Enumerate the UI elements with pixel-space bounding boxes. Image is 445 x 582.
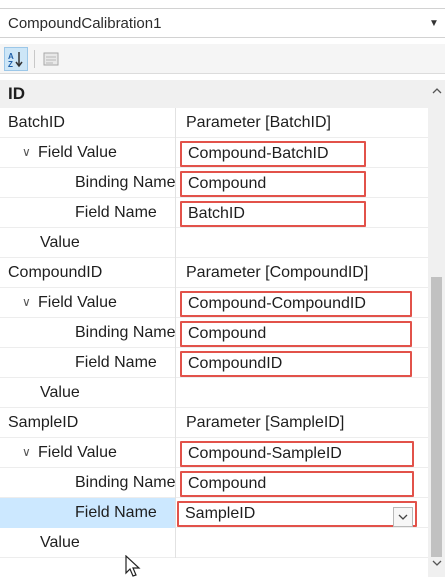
scroll-up-icon[interactable] (428, 82, 445, 99)
property-row-field-value[interactable]: ∨ Field Value Compound-SampleID (0, 438, 428, 468)
property-name-cell: ∨ Field Value (0, 288, 176, 318)
property-value-highlighted[interactable]: Compound (180, 471, 414, 497)
object-name: CompoundCalibration1 (8, 14, 162, 32)
svg-text:Z: Z (8, 60, 13, 68)
property-name: BatchID (0, 108, 176, 138)
property-row-compoundid[interactable]: CompoundID Parameter [CompoundID] (0, 258, 428, 288)
property-value (180, 228, 428, 258)
property-value-dropdown[interactable]: SampleID (177, 501, 417, 527)
property-row-field-name-selected[interactable]: Field Name SampleID (0, 498, 428, 528)
property-row-sampleid[interactable]: SampleID Parameter [SampleID] (0, 408, 428, 438)
property-row-binding-name[interactable]: Binding Name Compound (0, 318, 428, 348)
property-value-highlighted[interactable]: CompoundID (180, 351, 412, 377)
scroll-thumb[interactable] (431, 277, 442, 557)
property-value: Parameter [CompoundID] (186, 264, 369, 281)
property-value: Parameter [BatchID] (186, 114, 331, 131)
property-value: Parameter [SampleID] (186, 414, 345, 431)
chevron-down-icon[interactable]: ∨ (22, 288, 38, 317)
property-name: Value (0, 378, 176, 408)
property-value-text: SampleID (185, 505, 256, 522)
property-row-field-name[interactable]: Field Name BatchID (0, 198, 428, 228)
property-value (180, 378, 428, 408)
property-name: Field Value (38, 294, 117, 311)
category-label: ID (8, 84, 25, 103)
property-row-binding-name[interactable]: Binding Name Compound (0, 168, 428, 198)
property-name: Field Name (0, 348, 176, 378)
mouse-cursor-icon (124, 554, 142, 577)
property-name: Binding Name (0, 168, 176, 198)
sort-alphabetical-icon[interactable]: A Z (4, 46, 28, 71)
property-pages-icon[interactable] (39, 47, 63, 71)
property-value-highlighted[interactable]: Compound-CompoundID (180, 291, 412, 317)
property-value (180, 528, 428, 558)
property-row-field-value[interactable]: ∨ Field Value Compound-CompoundID (0, 288, 428, 318)
property-name: CompoundID (0, 258, 176, 288)
top-strip (0, 0, 445, 8)
category-header[interactable]: ID (0, 80, 428, 108)
object-selector[interactable]: CompoundCalibration1 ▼ (0, 8, 445, 38)
caret-down-icon[interactable]: ▼ (423, 18, 445, 29)
property-name: Field Value (38, 444, 117, 461)
scroll-down-icon[interactable] (428, 554, 445, 571)
property-row-binding-name[interactable]: Binding Name Compound (0, 468, 428, 498)
property-name: Value (0, 528, 176, 558)
chevron-down-icon[interactable]: ∨ (22, 438, 38, 467)
property-row-field-name[interactable]: Field Name CompoundID (0, 348, 428, 378)
chevron-down-icon[interactable]: ∨ (22, 138, 38, 167)
property-name: Field Value (38, 144, 117, 161)
property-row-value[interactable]: Value (0, 528, 428, 558)
property-row-value[interactable]: Value (0, 378, 428, 408)
property-grid: ID BatchID Parameter [BatchID] ∨ Field Va… (0, 80, 428, 577)
property-value-highlighted[interactable]: Compound (180, 321, 412, 347)
toolbar: A Z (0, 44, 445, 74)
property-name-cell: ∨ Field Value (0, 438, 176, 468)
property-row-field-value[interactable]: ∨ Field Value Compound-BatchID (0, 138, 428, 168)
property-name: Binding Name (0, 318, 176, 348)
dropdown-arrow-icon[interactable] (393, 507, 413, 527)
vertical-scrollbar[interactable] (428, 80, 445, 577)
property-name: Field Name (0, 198, 176, 228)
property-row-batchid[interactable]: BatchID Parameter [BatchID] (0, 108, 428, 138)
toolbar-separator (34, 49, 35, 68)
property-name: Field Name (0, 498, 176, 528)
property-value-highlighted[interactable]: BatchID (180, 201, 366, 227)
property-value-highlighted[interactable]: Compound-BatchID (180, 141, 366, 167)
property-name: Value (0, 228, 176, 258)
property-name-cell: ∨ Field Value (0, 138, 176, 168)
property-value-highlighted[interactable]: Compound-SampleID (180, 441, 414, 467)
property-value-highlighted[interactable]: Compound (180, 171, 366, 197)
property-row-value[interactable]: Value (0, 228, 428, 258)
property-name: Binding Name (0, 468, 176, 498)
property-name: SampleID (0, 408, 176, 438)
